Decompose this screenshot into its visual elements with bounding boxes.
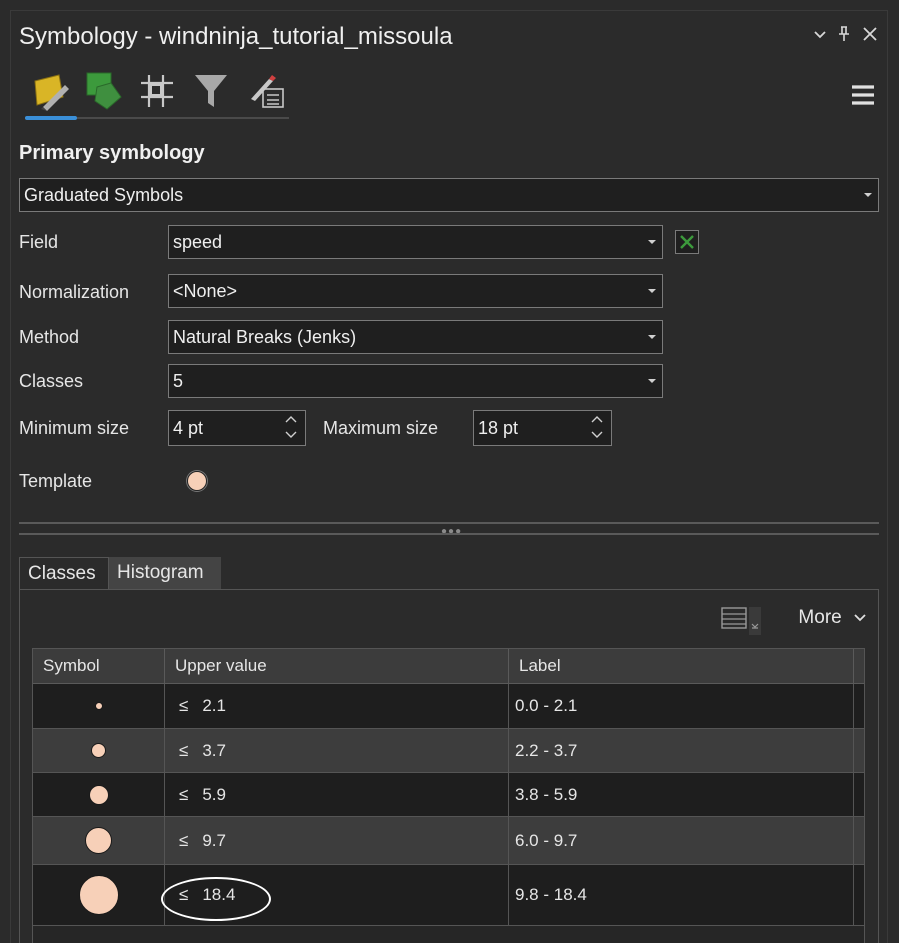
symbology-type-value: Graduated Symbols — [24, 185, 184, 205]
spinner-arrows-icon[interactable] — [591, 414, 603, 440]
upper-value: 2.1 — [202, 696, 226, 715]
label-cell[interactable]: 2.2 - 3.7 — [509, 729, 854, 772]
normalization-label: Normalization — [19, 282, 130, 302]
symbol-cell[interactable] — [33, 684, 165, 728]
table-row[interactable]: ≤2.1 0.0 - 2.1 — [33, 684, 864, 729]
upper-value: 9.7 — [202, 830, 226, 850]
classes-dropdown[interactable]: 5 — [168, 364, 663, 398]
classes-table: Symbol Upper value Label ≤2.1 0.0 - 2.1 … — [32, 648, 865, 943]
header-symbol[interactable]: Symbol — [33, 649, 165, 683]
table-row[interactable]: ≤5.9 3.8 - 5.9 — [33, 773, 864, 817]
normalization-dropdown[interactable]: <None> — [168, 274, 663, 308]
hamburger-menu-icon[interactable] — [849, 81, 877, 109]
upper-value-cell[interactable]: ≤5.9 — [165, 773, 509, 816]
pin-icon[interactable] — [833, 25, 855, 47]
splitter-grip-icon[interactable]: ●●● — [441, 526, 462, 537]
upper-value-cell[interactable]: ≤2.1 — [165, 684, 509, 728]
upper-value-cell[interactable]: ≤9.7 — [165, 817, 509, 864]
table-row[interactable]: ≤9.7 6.0 - 9.7 — [33, 817, 864, 865]
classes-label: Classes — [19, 371, 84, 391]
method-dropdown[interactable]: Natural Breaks (Jenks) — [168, 320, 663, 354]
chevron-down-icon — [854, 614, 866, 622]
minimum-size-label: Minimum size — [19, 418, 130, 438]
table-row[interactable]: ≤18.4 9.8 - 18.4 — [33, 865, 864, 926]
field-dropdown[interactable]: speed — [168, 225, 663, 259]
symbol-cell[interactable] — [33, 729, 165, 772]
filter-icon[interactable] — [189, 69, 233, 113]
maximum-size-label: Maximum size — [323, 418, 439, 438]
symbology-tab-icons — [25, 69, 289, 129]
normalization-value: <None> — [173, 281, 238, 301]
vary-symbology-icon[interactable] — [81, 69, 125, 113]
label-cell[interactable]: 9.8 - 18.4 — [509, 865, 854, 925]
dropdown-caret-icon — [648, 240, 656, 244]
template-symbol[interactable] — [187, 471, 207, 491]
pane-title: Symbology - windninja_tutorial_missoula — [19, 23, 453, 50]
table-row[interactable]: ≤3.7 2.2 - 3.7 — [33, 729, 864, 773]
chevron-down-icon[interactable] — [809, 25, 831, 47]
upper-value-cell[interactable]: ≤3.7 — [165, 729, 509, 772]
field-value: speed — [173, 232, 223, 252]
splitter-line-bottom — [19, 533, 879, 535]
header-upper-value[interactable]: Upper value — [165, 649, 509, 683]
template-label: Template — [19, 471, 93, 491]
dropdown-caret-icon — [648, 379, 656, 383]
le-sign: ≤ — [179, 784, 189, 804]
more-menu-button[interactable]: More — [798, 607, 867, 629]
le-sign: ≤ — [179, 830, 189, 850]
upper-value: 3.7 — [202, 740, 226, 760]
label-cell[interactable]: 3.8 - 5.9 — [509, 773, 854, 816]
dropdown-caret-icon — [648, 289, 656, 293]
dropdown-caret-icon — [648, 335, 656, 339]
tab-classes[interactable]: Classes — [19, 557, 109, 589]
class-symbol — [91, 743, 106, 758]
annotation-ellipse — [161, 877, 271, 921]
primary-symbology-icon[interactable] — [29, 69, 73, 113]
le-sign: ≤ — [179, 740, 189, 760]
header-label[interactable]: Label — [509, 649, 854, 683]
upper-value: 5.9 — [202, 784, 226, 804]
label-cell[interactable]: 6.0 - 9.7 — [509, 817, 854, 864]
maximum-size-spinner[interactable]: 18 pt — [473, 410, 612, 446]
primary-symbology-heading: Primary symbology — [19, 142, 205, 164]
method-value: Natural Breaks (Jenks) — [173, 327, 357, 347]
symbology-pane: Symbology - windninja_tutorial_missoula — [10, 10, 888, 943]
symbol-layer-drawing-icon[interactable] — [243, 69, 287, 113]
field-label: Field — [19, 232, 59, 252]
class-symbol — [94, 702, 103, 710]
class-symbol — [88, 784, 109, 805]
tab-histogram[interactable]: Histogram — [109, 557, 221, 589]
title-bar: Symbology - windninja_tutorial_missoula — [11, 11, 887, 63]
method-label: Method — [19, 327, 80, 347]
splitter-line-top — [19, 522, 879, 524]
table-view-options-icon[interactable] — [721, 607, 761, 635]
spinner-arrows-icon[interactable] — [285, 414, 297, 440]
minimum-size-spinner[interactable]: 4 pt — [168, 410, 306, 446]
table-header: Symbol Upper value Label — [33, 649, 864, 684]
dropdown-caret-icon — [864, 193, 872, 197]
labeling-grid-icon[interactable] — [135, 69, 179, 113]
minimum-size-value: 4 pt — [173, 418, 204, 438]
label-cell[interactable]: 0.0 - 2.1 — [509, 684, 854, 728]
symbol-cell[interactable] — [33, 817, 165, 864]
close-icon[interactable] — [859, 25, 881, 47]
more-label: More — [798, 607, 842, 628]
maximum-size-value: 18 pt — [478, 418, 519, 438]
symbology-type-dropdown[interactable]: Graduated Symbols — [19, 178, 879, 212]
active-tab-indicator — [25, 116, 77, 120]
classes-value: 5 — [173, 371, 184, 391]
symbol-cell[interactable] — [33, 773, 165, 816]
le-sign: ≤ — [179, 696, 189, 715]
class-symbol — [78, 875, 119, 915]
symbol-cell[interactable] — [33, 865, 165, 925]
expression-excel-icon[interactable] — [675, 230, 699, 254]
class-symbol — [85, 827, 112, 854]
